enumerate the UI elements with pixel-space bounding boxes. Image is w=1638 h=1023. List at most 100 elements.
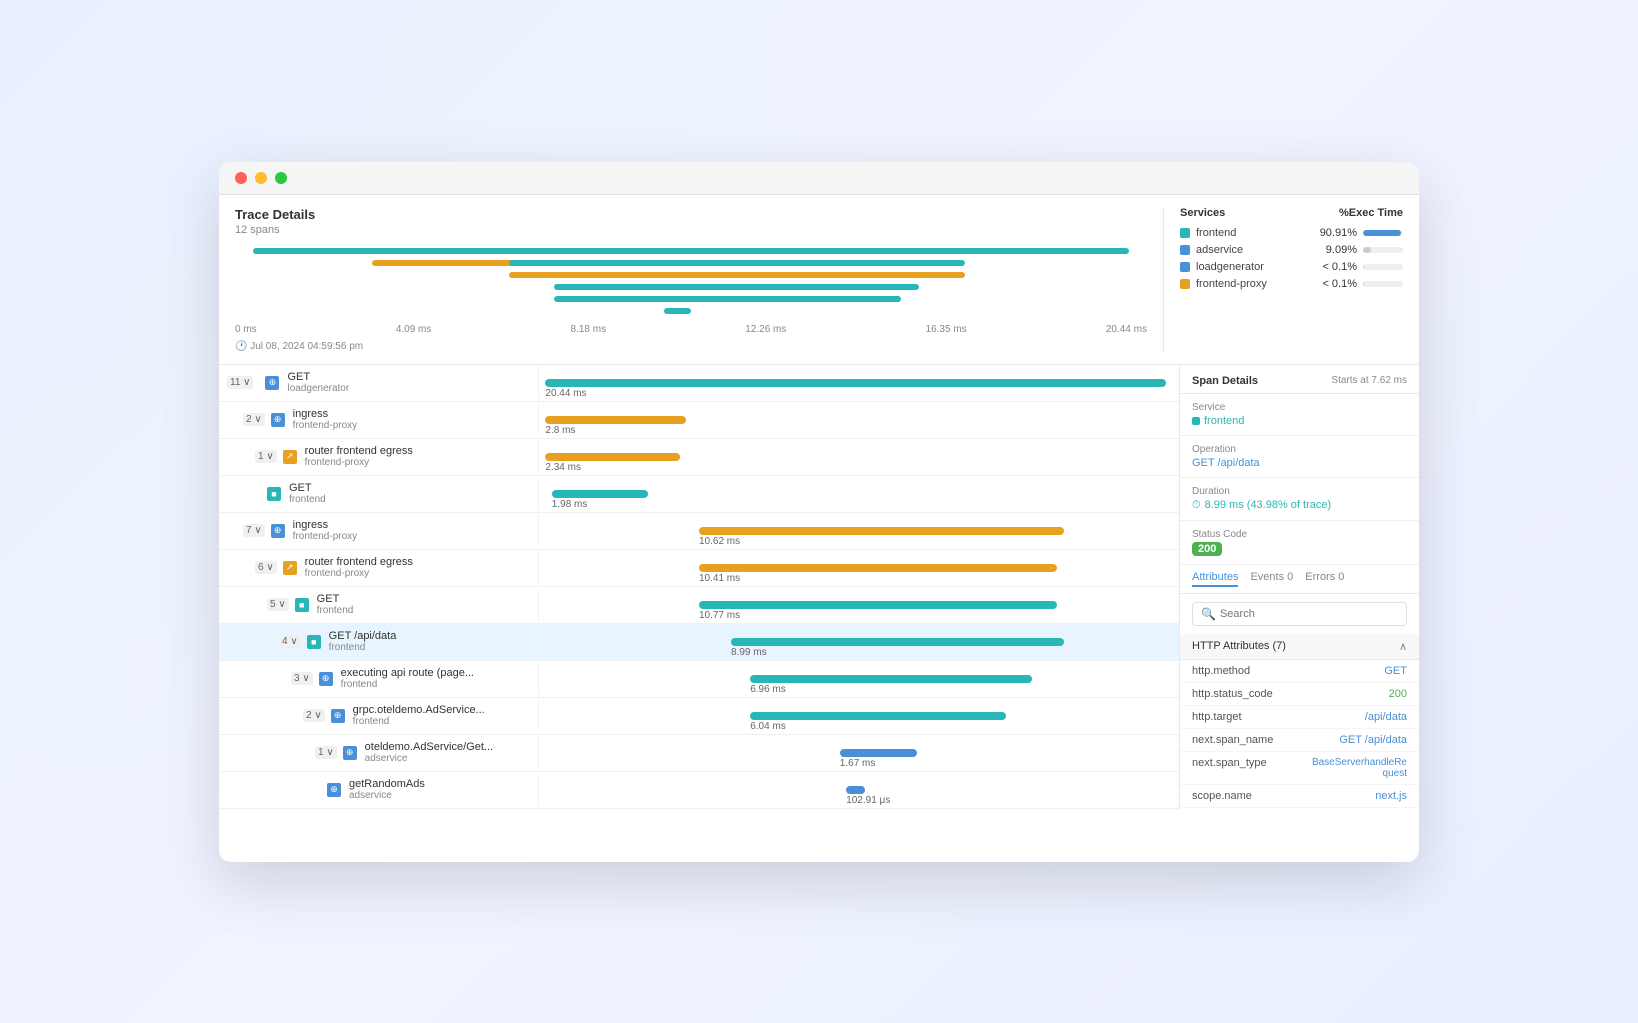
span-bar-2 bbox=[545, 453, 679, 461]
duration-section: Duration ⏱ 8.99 ms (43.98% of trace) bbox=[1180, 478, 1419, 521]
span-info-2: router frontend egress frontend-proxy bbox=[305, 445, 413, 468]
span-icon-service-6: ■ bbox=[295, 598, 309, 612]
timeline-label-3: 12.26 ms bbox=[745, 324, 786, 335]
span-expand-4[interactable]: 7 ∨ bbox=[243, 524, 265, 537]
attr-val-0: GET bbox=[1384, 665, 1407, 677]
timeline-label-2: 8.18 ms bbox=[571, 324, 607, 335]
timeline-label-5: 20.44 ms bbox=[1106, 324, 1147, 335]
attr-key-3: next.span_name bbox=[1192, 734, 1331, 746]
attr-key-0: http.method bbox=[1192, 665, 1376, 677]
span-duration-7: 8.99 ms bbox=[731, 647, 767, 658]
span-expand-1[interactable]: 2 ∨ bbox=[243, 413, 265, 426]
span-info-5: router frontend egress frontend-proxy bbox=[305, 556, 413, 579]
span-row-11[interactable]: ⊕ getRandomAds adservice 102.91 μs bbox=[219, 772, 1179, 809]
span-service-0: loadgenerator bbox=[287, 383, 349, 394]
span-icon-service-7: ■ bbox=[307, 635, 321, 649]
operation-value: GET /api/data bbox=[1192, 457, 1407, 469]
span-icon-service-3: ■ bbox=[267, 487, 281, 501]
close-button[interactable] bbox=[235, 172, 247, 184]
span-left-0: 11 ∨ ⊕ GET loadgenerator bbox=[219, 367, 539, 398]
span-duration-10: 1.67 ms bbox=[840, 758, 876, 769]
status-section: Status Code 200 bbox=[1180, 521, 1419, 565]
trace-title: Trace Details bbox=[235, 207, 1147, 222]
span-icon-globe-1: ⊕ bbox=[271, 413, 285, 427]
span-service-4: frontend-proxy bbox=[293, 531, 357, 542]
span-name-5: router frontend egress bbox=[305, 556, 413, 568]
attr-row-4: next.span_type BaseServerhandleRequest bbox=[1180, 752, 1419, 785]
span-left-4: 7 ∨ ⊕ ingress frontend-proxy bbox=[219, 515, 539, 546]
span-expand-2[interactable]: 1 ∨ bbox=[255, 450, 277, 463]
span-bar-8 bbox=[750, 675, 1032, 683]
tab-events[interactable]: Events 0 bbox=[1250, 571, 1293, 587]
trace-timestamp: 🕐 Jul 08, 2024 04:59:56 pm bbox=[235, 341, 1147, 352]
service-row-frontend: frontend 90.91% bbox=[1180, 227, 1403, 239]
attr-val-3: GET /api/data bbox=[1339, 734, 1407, 746]
http-attrs-header[interactable]: HTTP Attributes (7) ∧ bbox=[1180, 634, 1419, 660]
search-icon: 🔍 bbox=[1201, 607, 1216, 621]
span-expand-0[interactable]: 11 ∨ bbox=[227, 376, 253, 389]
span-starts-at: Starts at 7.62 ms bbox=[1331, 375, 1407, 387]
maximize-button[interactable] bbox=[275, 172, 287, 184]
span-expand-8[interactable]: 3 ∨ bbox=[291, 672, 313, 685]
span-bar-1 bbox=[545, 416, 686, 424]
span-bar-4 bbox=[699, 527, 1064, 535]
span-right-9: 6.04 ms bbox=[539, 698, 1179, 734]
span-details-tabs: Attributes Events 0 Errors 0 bbox=[1180, 565, 1419, 594]
search-box[interactable]: 🔍 bbox=[1192, 602, 1407, 626]
span-info-6: GET frontend bbox=[317, 593, 354, 616]
span-row-0[interactable]: 11 ∨ ⊕ GET loadgenerator 20.44 ms bbox=[219, 365, 1179, 402]
trace-bar-4 bbox=[509, 272, 965, 278]
span-name-8: executing api route (page... bbox=[341, 667, 474, 679]
span-duration-0: 20.44 ms bbox=[545, 388, 586, 399]
minimize-button[interactable] bbox=[255, 172, 267, 184]
span-row-4[interactable]: 7 ∨ ⊕ ingress frontend-proxy 10.62 ms bbox=[219, 513, 1179, 550]
span-left-2: 1 ∨ ↗ router frontend egress frontend-pr… bbox=[219, 441, 539, 472]
service-pct-adservice: 9.09% bbox=[1317, 244, 1357, 256]
service-dot-loadgenerator bbox=[1180, 262, 1190, 272]
service-row-frontend-proxy: frontend-proxy < 0.1% bbox=[1180, 278, 1403, 290]
span-name-3: GET bbox=[289, 482, 326, 494]
tab-attributes[interactable]: Attributes bbox=[1192, 571, 1238, 587]
span-service-1: frontend-proxy bbox=[293, 420, 357, 431]
span-expand-7[interactable]: 4 ∨ bbox=[279, 635, 301, 648]
span-left-10: 1 ∨ ⊕ oteldemo.AdService/Get... adservic… bbox=[219, 737, 539, 768]
service-row-adservice: adservice 9.09% bbox=[1180, 244, 1403, 256]
span-service-7: frontend bbox=[329, 642, 397, 653]
attr-row-0: http.method GET bbox=[1180, 660, 1419, 683]
trace-panel: Trace Details 12 spans 0 ms 4.09 ms bbox=[219, 195, 1419, 365]
service-name-frontend: frontend bbox=[1196, 227, 1311, 239]
span-row-3[interactable]: ■ GET frontend 1.98 ms bbox=[219, 476, 1179, 513]
search-input[interactable] bbox=[1220, 608, 1398, 620]
tab-errors[interactable]: Errors 0 bbox=[1305, 571, 1344, 587]
span-duration-6: 10.77 ms bbox=[699, 610, 740, 621]
service-bar-loadgenerator bbox=[1363, 264, 1403, 270]
trace-bar-5 bbox=[554, 284, 919, 290]
trace-bar-1 bbox=[253, 248, 1129, 254]
span-name-10: oteldemo.AdService/Get... bbox=[365, 741, 493, 753]
span-row-7[interactable]: 4 ∨ ■ GET /api/data frontend 8.99 ms bbox=[219, 624, 1179, 661]
span-row-8[interactable]: 3 ∨ ⊕ executing api route (page... front… bbox=[219, 661, 1179, 698]
span-row-9[interactable]: 2 ∨ ⊕ grpc.oteldemo.AdService... fronten… bbox=[219, 698, 1179, 735]
span-expand-10[interactable]: 1 ∨ bbox=[315, 746, 337, 759]
span-row-5[interactable]: 6 ∨ ↗ router frontend egress frontend-pr… bbox=[219, 550, 1179, 587]
span-row-1[interactable]: 2 ∨ ⊕ ingress frontend-proxy 2.8 ms bbox=[219, 402, 1179, 439]
span-right-2: 2.34 ms bbox=[539, 439, 1179, 475]
span-expand-6[interactable]: 5 ∨ bbox=[267, 598, 289, 611]
span-left-3: ■ GET frontend bbox=[219, 478, 539, 509]
span-name-9: grpc.oteldemo.AdService... bbox=[353, 704, 485, 716]
service-section: Service frontend bbox=[1180, 394, 1419, 436]
span-expand-9[interactable]: 2 ∨ bbox=[303, 709, 325, 722]
span-row-2[interactable]: 1 ∨ ↗ router frontend egress frontend-pr… bbox=[219, 439, 1179, 476]
attr-row-5: scope.name next.js bbox=[1180, 785, 1419, 808]
span-row-10[interactable]: 1 ∨ ⊕ oteldemo.AdService/Get... adservic… bbox=[219, 735, 1179, 772]
trace-bar-7 bbox=[664, 308, 691, 314]
span-details-panel: Span Details Starts at 7.62 ms Service f… bbox=[1179, 365, 1419, 809]
span-expand-5[interactable]: 6 ∨ bbox=[255, 561, 277, 574]
span-right-3: 1.98 ms bbox=[539, 476, 1179, 512]
span-duration-2: 2.34 ms bbox=[545, 462, 581, 473]
trace-bar-3 bbox=[509, 260, 965, 266]
span-service-10: adservice bbox=[365, 753, 493, 764]
span-row-6[interactable]: 5 ∨ ■ GET frontend 10.77 ms bbox=[219, 587, 1179, 624]
span-right-10: 1.67 ms bbox=[539, 735, 1179, 771]
duration-value-row: ⏱ 8.99 ms (43.98% of trace) bbox=[1192, 499, 1407, 512]
